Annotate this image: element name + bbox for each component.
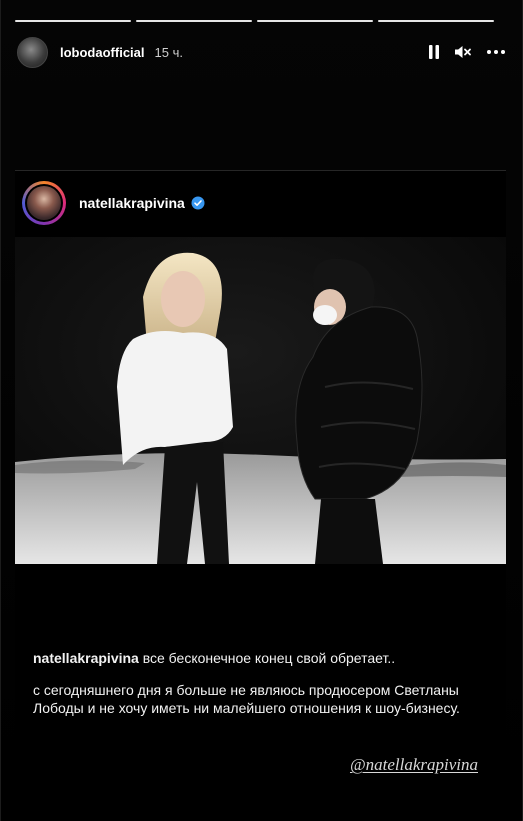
caption-line-2: с сегодняшнего дня я больше не являюсь п…	[33, 682, 460, 716]
story-viewer: lobodaofficial 15 ч. natellakrapivina na…	[0, 0, 523, 821]
post-photo-image	[15, 237, 506, 564]
story-header: lobodaofficial 15 ч.	[17, 36, 506, 68]
progress-segment	[136, 20, 252, 22]
story-username[interactable]: lobodaofficial	[60, 45, 145, 60]
verified-badge-icon	[191, 196, 205, 210]
post-username[interactable]: natellakrapivina	[79, 195, 185, 211]
post-caption: natellakrapivina все бесконечное конец с…	[33, 649, 493, 731]
caption-line-1: все бесконечное конец свой обретает..	[142, 650, 396, 666]
more-icon[interactable]	[486, 49, 506, 55]
caption-username[interactable]: natellakrapivina	[33, 650, 139, 666]
avatar[interactable]	[17, 36, 48, 68]
story-controls	[428, 44, 506, 60]
avatar-image	[27, 186, 61, 220]
mention-sticker[interactable]: @natellakrapivina	[350, 755, 478, 775]
progress-segment	[15, 20, 131, 22]
post-header: natellakrapivina	[22, 181, 205, 225]
post-photo[interactable]	[15, 237, 506, 564]
shared-post-card[interactable]: natellakrapivina natellakrapivina все бе…	[15, 170, 506, 791]
mute-icon[interactable]	[454, 44, 472, 60]
story-progress-bar	[15, 20, 494, 22]
pause-icon[interactable]	[428, 44, 440, 60]
post-avatar[interactable]	[22, 181, 66, 225]
avatar-border	[25, 184, 63, 222]
progress-segment	[378, 20, 494, 22]
story-timestamp: 15 ч.	[154, 44, 183, 60]
progress-segment	[257, 20, 373, 22]
